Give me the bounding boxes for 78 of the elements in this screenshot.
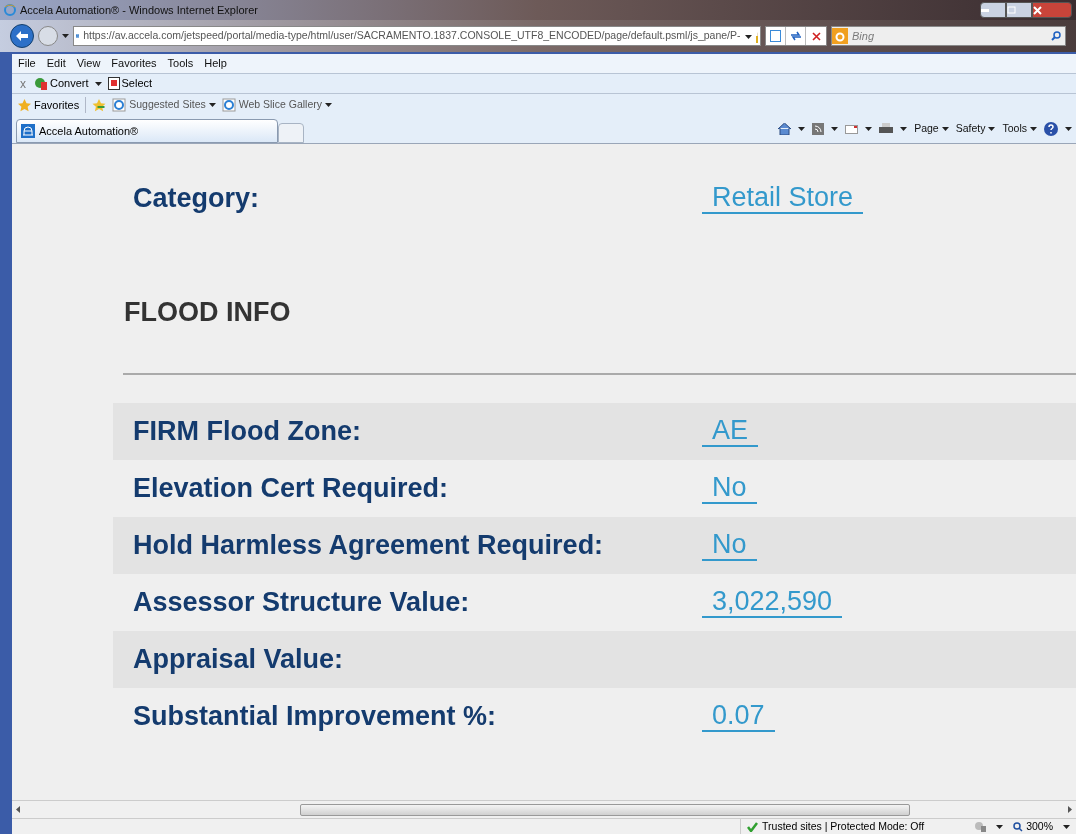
menu-item[interactable]: Edit bbox=[46, 55, 66, 72]
security-icon bbox=[974, 821, 987, 832]
browser-tab[interactable]: Accela Automation® bbox=[16, 119, 278, 143]
field-label: FIRM Flood Zone: bbox=[133, 414, 362, 448]
mail-icon bbox=[845, 124, 859, 134]
caret-icon bbox=[325, 103, 332, 107]
page-icon bbox=[770, 30, 781, 42]
field-label: Elevation Cert Required: bbox=[133, 471, 450, 505]
field-label: Substantial Improvement %: bbox=[133, 699, 498, 733]
security-zone-text: Trusted sites | Protected Mode: Off bbox=[762, 818, 925, 834]
caret-icon bbox=[1063, 824, 1070, 829]
star-icon bbox=[18, 98, 31, 112]
caret-icon bbox=[62, 34, 69, 38]
caret-icon bbox=[744, 34, 752, 39]
scroll-left-icon bbox=[16, 806, 20, 813]
caret-icon bbox=[208, 103, 216, 107]
add-favorite-icon bbox=[92, 98, 107, 112]
globe-icon bbox=[221, 98, 236, 112]
menu-item[interactable]: Tools bbox=[167, 55, 194, 72]
close-button[interactable] bbox=[1032, 2, 1072, 18]
back-button[interactable] bbox=[10, 24, 34, 48]
menu-item[interactable]: View bbox=[76, 55, 101, 72]
magnifier-icon bbox=[1013, 821, 1024, 832]
select-button[interactable]: Select bbox=[107, 75, 153, 92]
field-label: Appraisal Value: bbox=[133, 642, 345, 676]
caret-icon bbox=[865, 127, 873, 132]
url-text: https://av.accela.com/jetspeed/portal/media-type/html/user/SACRAMENTO.1837.CONSOLE_UTF8_ENCODED/page/default.psml/js_pane/P- bbox=[83, 28, 741, 44]
favorites-button[interactable]: Favorites bbox=[18, 96, 80, 114]
caret-icon bbox=[798, 127, 806, 132]
caret-icon bbox=[94, 81, 102, 86]
section-heading: FLOOD INFO bbox=[123, 296, 292, 329]
zoom-button[interactable]: 300% bbox=[1013, 818, 1053, 834]
search-field[interactable]: Bing bbox=[831, 26, 1066, 46]
command-menu[interactable]: Page bbox=[914, 121, 949, 137]
browser-logo-icon bbox=[4, 4, 16, 16]
search-icon bbox=[1051, 31, 1061, 41]
help-icon bbox=[1044, 122, 1058, 137]
refresh-icon bbox=[789, 31, 802, 41]
printer-icon bbox=[879, 123, 894, 136]
feed-icon bbox=[812, 123, 825, 136]
minimize-button[interactable] bbox=[980, 2, 1006, 18]
menu-item[interactable]: Favorites bbox=[111, 55, 157, 72]
menu-item[interactable]: Help bbox=[204, 55, 227, 72]
home-icon bbox=[778, 123, 792, 136]
menu-item[interactable]: File bbox=[18, 55, 36, 72]
stop-icon bbox=[811, 31, 821, 41]
caret-icon bbox=[996, 824, 1004, 829]
maximize-button[interactable] bbox=[1006, 2, 1032, 18]
checkmark-icon bbox=[747, 821, 759, 832]
field-label: Category: bbox=[133, 181, 261, 215]
caret-icon bbox=[831, 127, 839, 132]
convert-button[interactable]: Convert bbox=[34, 75, 89, 92]
caret-icon bbox=[1030, 127, 1037, 132]
scrollbar-thumb[interactable] bbox=[300, 803, 910, 816]
caret-icon bbox=[941, 127, 949, 132]
globe-icon bbox=[112, 98, 127, 112]
document-icon bbox=[107, 77, 120, 90]
address-bar[interactable]: https://av.accela.com/jetspeed/portal/media-type/html/user/SACRAMENTO.1837.CONSOLE_UTF8_ENCODED/page/default.psml/js_pane/P- bbox=[73, 26, 761, 46]
scroll-right-icon bbox=[1068, 806, 1072, 813]
caret-icon bbox=[988, 127, 996, 132]
close-icon bbox=[1033, 5, 1042, 15]
caret-icon bbox=[900, 127, 908, 132]
field-label: Hold Harmless Agreement Required: bbox=[133, 528, 605, 562]
command-menu[interactable]: Tools bbox=[1002, 121, 1037, 137]
close-toolbar-button[interactable]: x bbox=[18, 74, 28, 93]
convert-icon bbox=[34, 77, 48, 90]
search-engine-icon bbox=[832, 28, 848, 44]
favorites-link[interactable]: Suggested Sites bbox=[112, 97, 216, 113]
restore-icon bbox=[1007, 6, 1016, 14]
horizontal-scrollbar[interactable] bbox=[12, 800, 1076, 818]
back-arrow-icon bbox=[16, 31, 28, 41]
favorites-link[interactable]: Web Slice Gallery bbox=[221, 97, 332, 113]
field-label: Assessor Structure Value: bbox=[133, 585, 471, 619]
search-input[interactable]: Bing bbox=[852, 27, 1047, 45]
window-title: Accela Automation® - Windows Internet Explorer bbox=[20, 2, 258, 18]
minimize-icon bbox=[981, 8, 989, 12]
caret-icon bbox=[1065, 127, 1072, 132]
command-menu[interactable]: Safety bbox=[955, 121, 996, 137]
